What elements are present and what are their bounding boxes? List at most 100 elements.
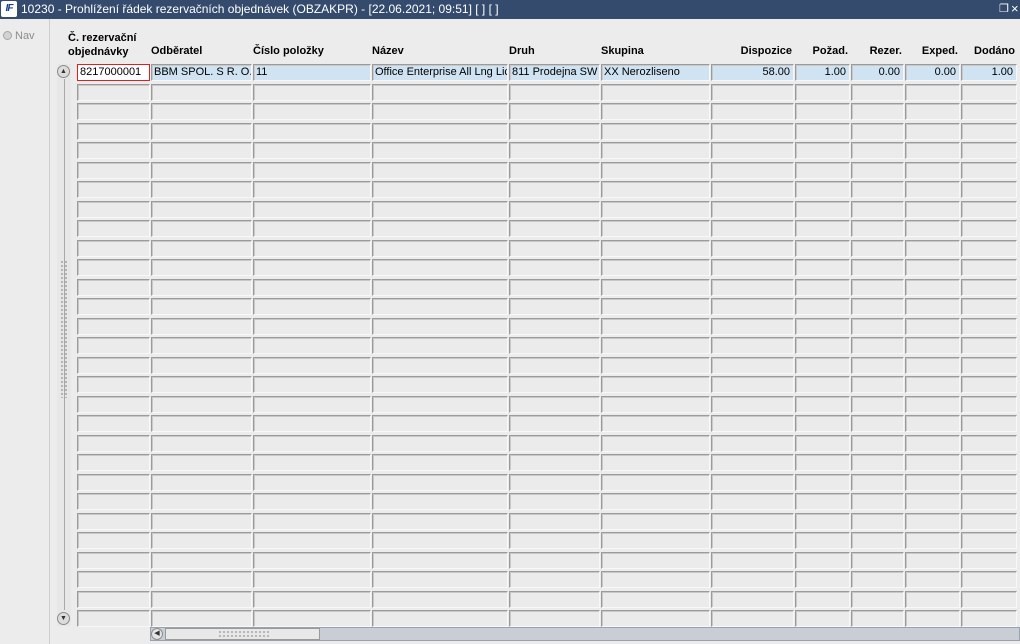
- grid-cell-available[interactable]: [711, 513, 794, 530]
- grid-cell-available[interactable]: [711, 103, 794, 120]
- grid-cell-customer[interactable]: [151, 279, 252, 296]
- grid-cell-kind[interactable]: [509, 162, 600, 179]
- grid-cell-order-no[interactable]: [77, 123, 150, 140]
- arrow-down-icon[interactable]: ▼: [57, 612, 70, 625]
- arrow-left-icon[interactable]: ◀: [151, 628, 163, 640]
- grid-cell-customer[interactable]: [151, 357, 252, 374]
- grid-cell-customer[interactable]: [151, 142, 252, 159]
- grid-cell-reserved[interactable]: [851, 435, 904, 452]
- grid-cell-requested[interactable]: [795, 493, 850, 510]
- grid-cell-delivered[interactable]: [961, 552, 1017, 569]
- grid-cell-delivered[interactable]: [961, 220, 1017, 237]
- grid-cell-kind[interactable]: [509, 220, 600, 237]
- grid-cell-order-no[interactable]: [77, 610, 150, 627]
- grid-cell-group[interactable]: [601, 591, 710, 608]
- grid-cell-item-no[interactable]: [253, 142, 371, 159]
- grid-cell-item-no[interactable]: [253, 435, 371, 452]
- grid-cell-order-no[interactable]: [77, 493, 150, 510]
- grid-cell-name[interactable]: [372, 610, 508, 627]
- grid-cell-available[interactable]: [711, 435, 794, 452]
- grid-cell-reserved[interactable]: [851, 454, 904, 471]
- grid-cell-order-no[interactable]: [77, 532, 150, 549]
- grid-cell-item-no[interactable]: [253, 84, 371, 101]
- grid-cell-group[interactable]: [601, 532, 710, 549]
- grid-cell-item-no[interactable]: [253, 220, 371, 237]
- grid-cell-group[interactable]: XX Nerozliseno: [601, 64, 710, 81]
- grid-cell-available[interactable]: [711, 532, 794, 549]
- grid-cell-name[interactable]: [372, 279, 508, 296]
- grid-cell-kind[interactable]: [509, 610, 600, 627]
- grid-cell-name[interactable]: [372, 591, 508, 608]
- grid-cell-item-no[interactable]: [253, 493, 371, 510]
- grid-cell-kind[interactable]: [509, 337, 600, 354]
- grid-cell-customer[interactable]: [151, 240, 252, 257]
- grid-cell-delivered[interactable]: [961, 396, 1017, 413]
- grid-cell-delivered[interactable]: [961, 591, 1017, 608]
- grid-cell-order-no[interactable]: [77, 454, 150, 471]
- grid-cell-customer[interactable]: [151, 123, 252, 140]
- grid-cell-name[interactable]: Office Enterprise All Lng Lic: [372, 64, 508, 81]
- grid-cell-item-no[interactable]: [253, 591, 371, 608]
- arrow-up-icon[interactable]: ▲: [57, 65, 70, 78]
- grid-cell-requested[interactable]: [795, 259, 850, 276]
- grid-cell-order-no[interactable]: [77, 474, 150, 491]
- grid-cell-requested[interactable]: [795, 415, 850, 432]
- grid-cell-name[interactable]: [372, 493, 508, 510]
- grid-cell-customer[interactable]: [151, 259, 252, 276]
- grid-cell-kind[interactable]: [509, 513, 600, 530]
- grid-cell-requested[interactable]: [795, 103, 850, 120]
- grid-cell-name[interactable]: [372, 162, 508, 179]
- grid-cell-item-no[interactable]: [253, 162, 371, 179]
- grid-cell-delivered[interactable]: [961, 571, 1017, 588]
- grid-cell-requested[interactable]: [795, 591, 850, 608]
- grid-cell-name[interactable]: [372, 571, 508, 588]
- grid-cell-requested[interactable]: [795, 552, 850, 569]
- grid-cell-delivered[interactable]: [961, 240, 1017, 257]
- grid-cell-item-no[interactable]: [253, 376, 371, 393]
- grid-cell-order-no[interactable]: 8217000001: [77, 64, 150, 81]
- grid-cell-delivered[interactable]: [961, 454, 1017, 471]
- grid-cell-item-no[interactable]: [253, 279, 371, 296]
- grid-cell-reserved[interactable]: [851, 552, 904, 569]
- grid-cell-reserved[interactable]: [851, 513, 904, 530]
- grid-cell-name[interactable]: [372, 376, 508, 393]
- grid-cell-dispatched[interactable]: [905, 318, 960, 335]
- grid-cell-customer[interactable]: [151, 396, 252, 413]
- grid-cell-item-no[interactable]: [253, 571, 371, 588]
- grid-cell-kind[interactable]: [509, 240, 600, 257]
- grid-cell-dispatched[interactable]: [905, 181, 960, 198]
- grid-cell-kind[interactable]: [509, 435, 600, 452]
- grid-cell-group[interactable]: [601, 259, 710, 276]
- grid-cell-kind[interactable]: [509, 474, 600, 491]
- grid-cell-dispatched[interactable]: [905, 298, 960, 315]
- grid-cell-reserved[interactable]: [851, 103, 904, 120]
- grid-cell-kind[interactable]: [509, 493, 600, 510]
- grid-cell-available[interactable]: [711, 259, 794, 276]
- grid-cell-order-no[interactable]: [77, 103, 150, 120]
- grid-cell-name[interactable]: [372, 142, 508, 159]
- grid-cell-item-no[interactable]: [253, 318, 371, 335]
- grid-cell-reserved[interactable]: [851, 318, 904, 335]
- grid-cell-order-no[interactable]: [77, 591, 150, 608]
- grid-cell-name[interactable]: [372, 103, 508, 120]
- grid-cell-customer[interactable]: [151, 181, 252, 198]
- grid-cell-customer[interactable]: [151, 415, 252, 432]
- grid-cell-item-no[interactable]: [253, 396, 371, 413]
- grid-cell-group[interactable]: [601, 103, 710, 120]
- close-window-icon[interactable]: ×: [1011, 1, 1019, 16]
- grid-cell-available[interactable]: [711, 591, 794, 608]
- grid-cell-name[interactable]: [372, 513, 508, 530]
- grid-cell-item-no[interactable]: [253, 123, 371, 140]
- grid-cell-reserved[interactable]: [851, 220, 904, 237]
- grid-cell-customer[interactable]: [151, 162, 252, 179]
- grid-cell-requested[interactable]: [795, 376, 850, 393]
- grid-cell-kind[interactable]: [509, 298, 600, 315]
- grid-cell-dispatched[interactable]: [905, 610, 960, 627]
- grid-cell-reserved[interactable]: [851, 396, 904, 413]
- grid-cell-requested[interactable]: [795, 142, 850, 159]
- grid-cell-item-no[interactable]: [253, 513, 371, 530]
- grid-cell-customer[interactable]: [151, 493, 252, 510]
- grid-cell-delivered[interactable]: [961, 337, 1017, 354]
- grid-cell-customer[interactable]: [151, 513, 252, 530]
- grid-cell-requested[interactable]: [795, 435, 850, 452]
